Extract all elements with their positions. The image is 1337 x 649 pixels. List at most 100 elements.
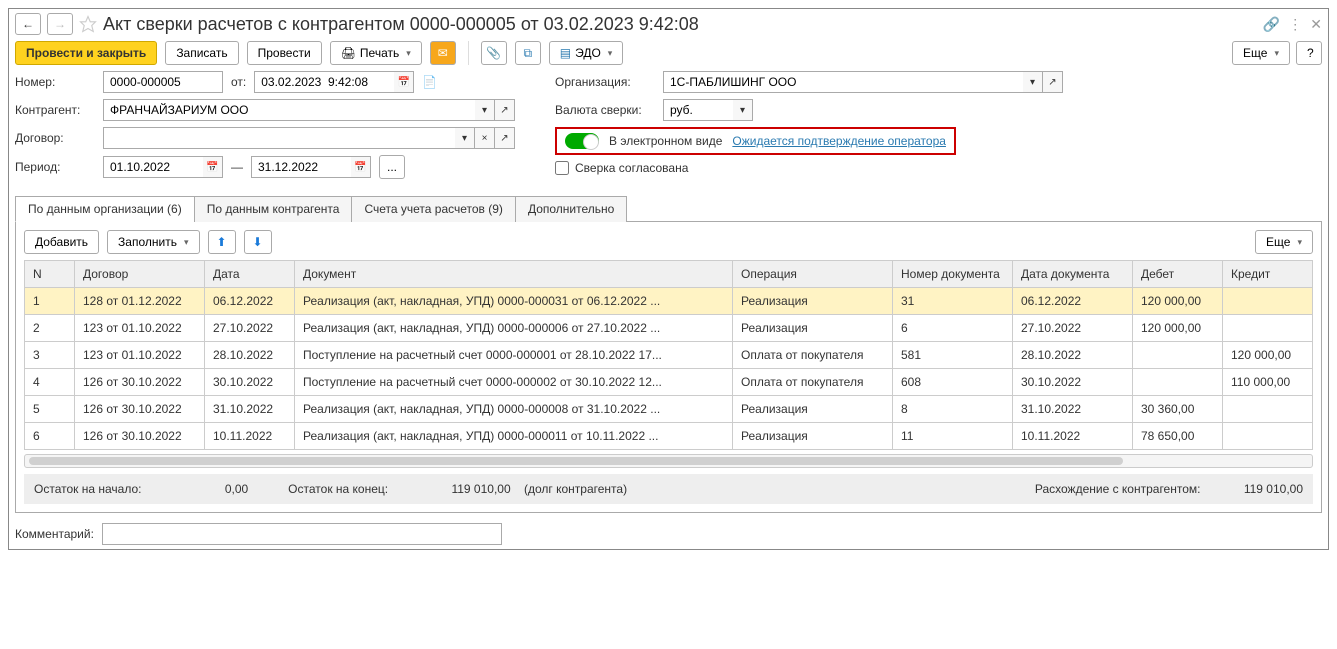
table-row[interactable]: 3123 от 01.10.202228.10.2022Поступление … bbox=[25, 342, 1313, 369]
table-row[interactable]: 6126 от 30.10.202210.11.2022Реализация (… bbox=[25, 423, 1313, 450]
col-header-operation[interactable]: Операция bbox=[733, 261, 893, 288]
number-input[interactable] bbox=[103, 71, 223, 93]
calendar-icon[interactable]: 📅 bbox=[394, 71, 414, 93]
agreed-checkbox-input[interactable] bbox=[555, 161, 569, 175]
contract-input[interactable] bbox=[103, 127, 455, 149]
period-from-input[interactable] bbox=[103, 156, 203, 178]
date-input[interactable] bbox=[254, 71, 394, 93]
cell-document: Поступление на расчетный счет 0000-00000… bbox=[295, 369, 733, 396]
cell-debit: 30 360,00 bbox=[1133, 396, 1223, 423]
table-row[interactable]: 2123 от 01.10.202227.10.2022Реализация (… bbox=[25, 315, 1313, 342]
table-row[interactable]: 5126 от 30.10.202231.10.2022Реализация (… bbox=[25, 396, 1313, 423]
chevron-down-icon[interactable]: ▾ bbox=[733, 99, 753, 121]
open-icon[interactable]: ↗ bbox=[495, 127, 515, 149]
edo-button[interactable]: ▤ЭДО bbox=[549, 41, 624, 65]
cell-contract: 126 от 30.10.2022 bbox=[75, 369, 205, 396]
post-and-close-button[interactable]: Провести и закрыть bbox=[15, 41, 157, 65]
cell-credit: 120 000,00 bbox=[1223, 342, 1313, 369]
currency-input[interactable] bbox=[663, 99, 733, 121]
pending-confirmation-link[interactable]: Ожидается подтверждение оператора bbox=[732, 134, 946, 148]
cell-doc-date: 30.10.2022 bbox=[1013, 369, 1133, 396]
period-select-button[interactable]: ... bbox=[379, 155, 405, 179]
agreed-checkbox[interactable]: Сверка согласована bbox=[555, 161, 688, 175]
horizontal-scrollbar[interactable] bbox=[24, 454, 1313, 468]
clear-icon[interactable]: × bbox=[475, 127, 495, 149]
period-label: Период: bbox=[15, 160, 95, 174]
open-icon[interactable]: ↗ bbox=[1043, 71, 1063, 93]
post-button[interactable]: Провести bbox=[247, 41, 322, 65]
calendar-icon[interactable]: 📅 bbox=[203, 156, 223, 178]
related-button[interactable]: ⧉ bbox=[515, 41, 541, 65]
cell-debit: 120 000,00 bbox=[1133, 315, 1223, 342]
write-button[interactable]: Записать bbox=[165, 41, 238, 65]
cell-date: 30.10.2022 bbox=[205, 369, 295, 396]
cell-operation: Оплата от покупателя bbox=[733, 342, 893, 369]
organization-input[interactable] bbox=[663, 71, 1023, 93]
print-button[interactable]: 🖨Печать bbox=[330, 41, 422, 65]
col-header-doc-no[interactable]: Номер документа bbox=[893, 261, 1013, 288]
col-header-debit[interactable]: Дебет bbox=[1133, 261, 1223, 288]
end-balance-label: Остаток на конец: bbox=[288, 482, 388, 496]
electronic-toggle[interactable] bbox=[565, 133, 599, 149]
col-header-credit[interactable]: Кредит bbox=[1223, 261, 1313, 288]
cell-document: Реализация (акт, накладная, УПД) 0000-00… bbox=[295, 423, 733, 450]
close-icon[interactable]: ✕ bbox=[1310, 16, 1322, 33]
related-icon: ⧉ bbox=[523, 46, 532, 61]
chevron-down-icon[interactable]: ▾ bbox=[475, 99, 495, 121]
calendar-icon[interactable]: 📅 bbox=[351, 156, 371, 178]
tab-accounts[interactable]: Счета учета расчетов (9) bbox=[351, 196, 515, 222]
cell-contract: 123 от 01.10.2022 bbox=[75, 342, 205, 369]
attach-button[interactable]: 📎 bbox=[481, 41, 507, 65]
table-row[interactable]: 1128 от 01.12.202206.12.2022Реализация (… bbox=[25, 288, 1313, 315]
tab-counterparty-data[interactable]: По данным контрагента bbox=[194, 196, 353, 222]
nav-forward-button[interactable]: → bbox=[47, 13, 73, 35]
cell-debit bbox=[1133, 342, 1223, 369]
kebab-menu-icon[interactable]: ⋮ bbox=[1288, 16, 1302, 33]
doc-status-icon[interactable]: 📄 bbox=[422, 75, 437, 89]
email-button[interactable]: ✉ bbox=[430, 41, 456, 65]
cell-doc-no: 581 bbox=[893, 342, 1013, 369]
chevron-down-icon[interactable]: ▾ bbox=[1023, 71, 1043, 93]
cell-operation: Реализация bbox=[733, 423, 893, 450]
table-row[interactable]: 4126 от 30.10.202230.10.2022Поступление … bbox=[25, 369, 1313, 396]
period-to-input[interactable] bbox=[251, 156, 351, 178]
cell-document: Реализация (акт, накладная, УПД) 0000-00… bbox=[295, 396, 733, 423]
cell-doc-no: 31 bbox=[893, 288, 1013, 315]
chevron-down-icon[interactable]: ▾ bbox=[455, 127, 475, 149]
electronic-label: В электронном виде bbox=[609, 134, 722, 148]
link-icon[interactable]: 🔗 bbox=[1263, 16, 1280, 33]
more-button[interactable]: Еще bbox=[1232, 41, 1290, 65]
cell-contract: 126 от 30.10.2022 bbox=[75, 396, 205, 423]
cell-date: 31.10.2022 bbox=[205, 396, 295, 423]
pane-more-button[interactable]: Еще bbox=[1255, 230, 1313, 254]
open-icon[interactable]: ↗ bbox=[495, 99, 515, 121]
nav-back-button[interactable]: ← bbox=[15, 13, 41, 35]
col-header-contract[interactable]: Договор bbox=[75, 261, 205, 288]
envelope-icon: ✉ bbox=[438, 46, 448, 60]
discrepancy-value: 119 010,00 bbox=[1244, 482, 1303, 496]
cell-credit bbox=[1223, 288, 1313, 315]
cell-n: 5 bbox=[25, 396, 75, 423]
add-button[interactable]: Добавить bbox=[24, 230, 99, 254]
from-label: от: bbox=[231, 75, 246, 89]
comment-input[interactable] bbox=[102, 523, 502, 545]
cell-doc-date: 10.11.2022 bbox=[1013, 423, 1133, 450]
tab-organization-data[interactable]: По данным организации (6) bbox=[15, 196, 195, 222]
move-down-button[interactable]: ⬇ bbox=[244, 230, 272, 254]
cell-credit bbox=[1223, 396, 1313, 423]
cell-operation: Реализация bbox=[733, 315, 893, 342]
counterparty-input[interactable] bbox=[103, 99, 475, 121]
help-button[interactable]: ? bbox=[1296, 41, 1322, 65]
col-header-doc-date[interactable]: Дата документа bbox=[1013, 261, 1133, 288]
tab-additional[interactable]: Дополнительно bbox=[515, 196, 627, 222]
col-header-document[interactable]: Документ bbox=[295, 261, 733, 288]
col-header-date[interactable]: Дата bbox=[205, 261, 295, 288]
move-up-button[interactable]: ⬆ bbox=[208, 230, 236, 254]
fill-button[interactable]: Заполнить bbox=[107, 230, 199, 254]
cell-doc-no: 608 bbox=[893, 369, 1013, 396]
end-balance-note: (долг контрагента) bbox=[524, 482, 627, 496]
favorite-star-icon[interactable] bbox=[79, 15, 97, 33]
col-header-n[interactable]: N bbox=[25, 261, 75, 288]
cell-credit: 110 000,00 bbox=[1223, 369, 1313, 396]
counterparty-label: Контрагент: bbox=[15, 103, 95, 117]
